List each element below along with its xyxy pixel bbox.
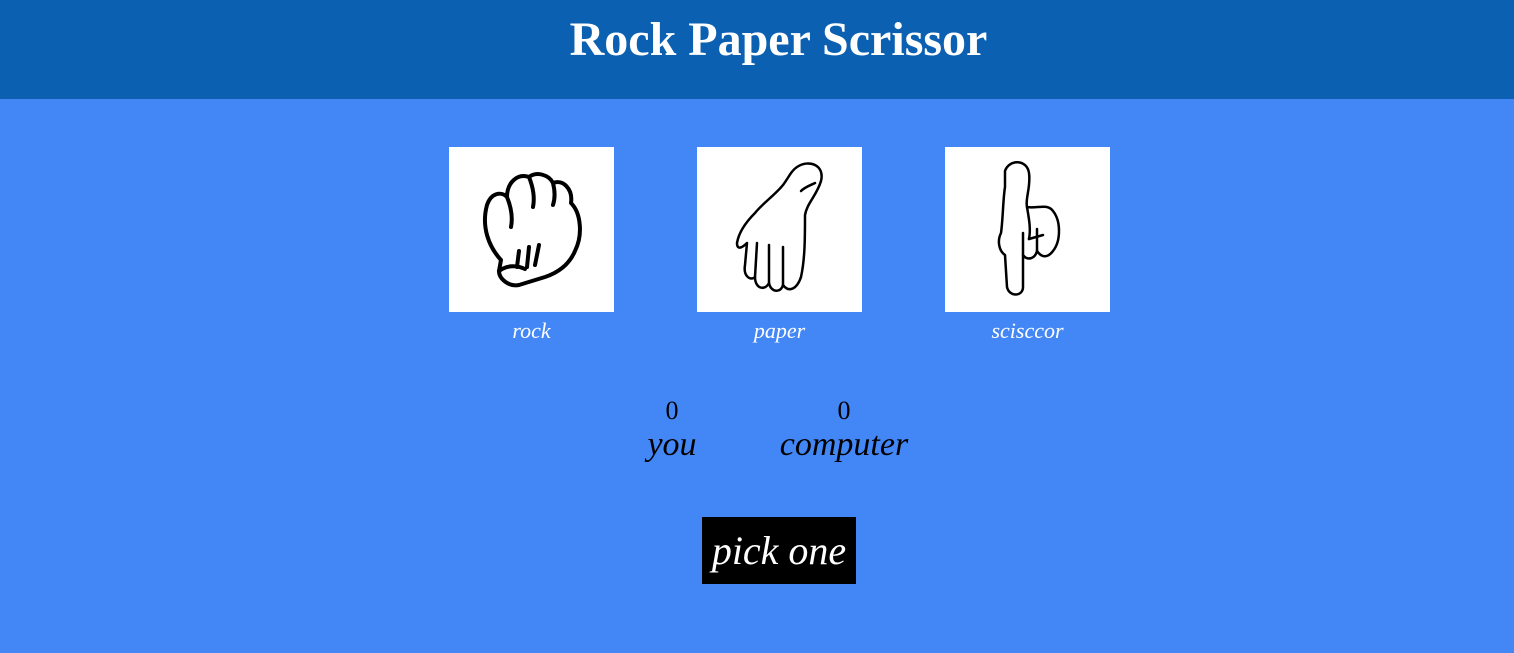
computer-score-label: computer <box>779 426 909 463</box>
user-score-label: you <box>647 426 697 463</box>
fist-icon <box>482 172 582 288</box>
paper-image[interactable] <box>697 147 862 312</box>
choice-label: paper <box>753 318 806 343</box>
page-title: Rock Paper Scrissor <box>569 13 988 66</box>
result-message: pick one <box>702 517 856 584</box>
computer-score-value: 0 <box>837 396 851 425</box>
user-score: 0 you <box>622 396 722 464</box>
choice-paper[interactable]: paper <box>697 147 862 344</box>
pointing-hand-icon <box>997 161 1061 296</box>
user-score-value: 0 <box>665 396 679 425</box>
choice-rock[interactable]: rock <box>449 147 614 344</box>
choice-label: scisccor <box>991 318 1064 343</box>
choice-label: rock <box>512 318 551 343</box>
rock-image[interactable] <box>449 147 614 312</box>
open-hand-icon <box>735 162 823 292</box>
choice-scissor[interactable]: scisccor <box>945 147 1110 344</box>
computer-score: 0 computer <box>764 396 924 464</box>
header: Rock Paper Scrissor <box>0 0 1514 99</box>
scissor-image[interactable] <box>945 147 1110 312</box>
